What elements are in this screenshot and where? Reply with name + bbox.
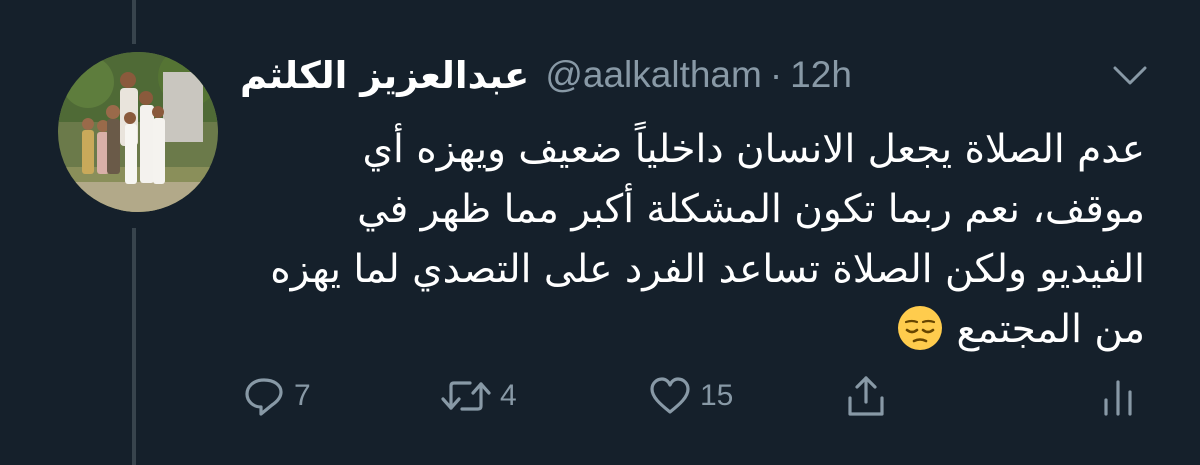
retweet-button[interactable]: 4	[440, 368, 517, 424]
retweet-count: 4	[500, 379, 517, 412]
reply-icon	[245, 378, 283, 416]
thread-line-bottom	[132, 228, 136, 465]
chevron-down-icon	[1113, 66, 1147, 85]
author-display-name[interactable]: عبدالعزيز الكلثم	[240, 54, 529, 97]
like-count: 15	[700, 379, 734, 412]
heart-icon	[650, 377, 690, 414]
tweet-header: عبدالعزيز الكلثم @aalkaltham · 12h	[240, 50, 852, 100]
reply-button[interactable]: 7	[242, 368, 311, 424]
retweet-icon	[441, 381, 491, 411]
pensive-face-emoji	[898, 306, 943, 350]
avatar-photo	[58, 52, 218, 212]
analytics-button[interactable]	[1098, 368, 1138, 424]
like-button[interactable]: 15	[648, 368, 733, 424]
avatar[interactable]	[58, 52, 218, 212]
tweet-menu-button[interactable]	[1112, 62, 1148, 90]
analytics-icon	[1104, 380, 1132, 416]
author-handle[interactable]: @aalkaltham	[545, 54, 762, 96]
share-icon	[848, 376, 884, 416]
thread-line-top	[132, 0, 136, 44]
tweet-timestamp[interactable]: 12h	[790, 54, 852, 96]
share-button[interactable]	[844, 368, 888, 424]
tweet-text: عدم الصلاة يجعل الانسان داخلياً ضعيف ويه…	[270, 127, 1145, 352]
separator-dot: ·	[769, 54, 783, 95]
reply-count: 7	[294, 379, 311, 412]
tweet-actions: 7 4 15	[240, 368, 1145, 424]
tweet-body: عدم الصلاة يجعل الانسان داخلياً ضعيف ويه…	[240, 120, 1145, 360]
